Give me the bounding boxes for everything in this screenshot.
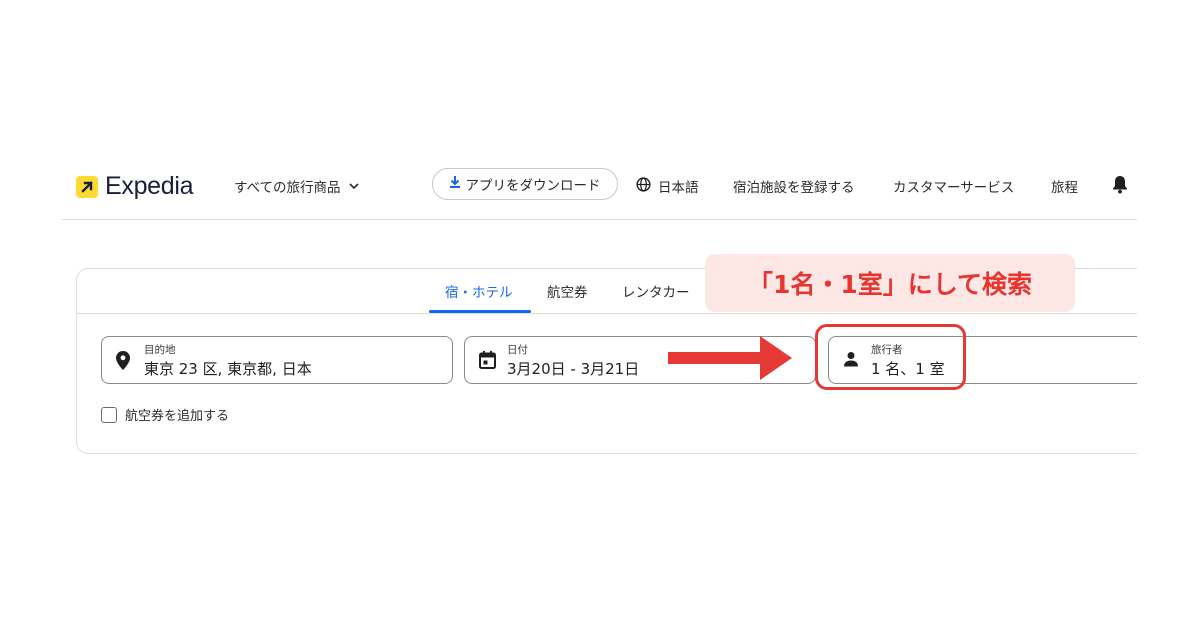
app-download-label: アプリをダウンロード <box>465 178 601 194</box>
all-products-label: すべての旅行商品 <box>234 180 341 196</box>
download-icon <box>449 176 460 192</box>
annotation-callout-text: 「1名・1室」にして検索 <box>747 270 1033 299</box>
active-tab-indicator <box>429 310 531 313</box>
expedia-logo[interactable]: Expedia <box>76 172 194 201</box>
destination-label: 目的地 <box>144 344 176 356</box>
trips-link[interactable]: 旅程 <box>1051 176 1078 196</box>
tabs-divider <box>77 313 1155 314</box>
screenshot-crop-edge <box>1137 230 1200 490</box>
list-property-link[interactable]: 宿泊施設を登録する <box>733 176 855 196</box>
tab-car-rental[interactable]: レンタカー <box>622 281 690 301</box>
logo-text: Expedia <box>105 172 194 200</box>
app-download-button[interactable]: アプリをダウンロード <box>432 168 618 200</box>
chevron-down-icon <box>348 178 359 194</box>
calendar-icon <box>479 351 496 373</box>
add-flight-option[interactable]: 航空券を追加する <box>101 405 229 424</box>
expedia-logo-icon <box>76 175 98 198</box>
date-value: 3月20日 - 3月21日 <box>507 360 640 378</box>
language-label: 日本語 <box>658 180 699 196</box>
customer-service-link[interactable]: カスタマーサービス <box>893 176 1014 196</box>
add-flight-label: 航空券を追加する <box>125 409 230 424</box>
globe-icon <box>636 176 651 196</box>
annotation-callout: 「1名・1室」にして検索 <box>705 254 1075 312</box>
red-arrow-icon <box>668 336 792 380</box>
tab-flight[interactable]: 航空券 <box>547 281 588 301</box>
tab-hotel[interactable]: 宿・ホテル <box>445 281 513 301</box>
add-flight-checkbox[interactable] <box>101 406 117 423</box>
location-pin-icon <box>116 351 130 374</box>
destination-field[interactable]: 目的地 東京 23 区, 東京都, 日本 <box>101 336 453 384</box>
travelers-highlight-box <box>815 324 966 390</box>
date-label: 日付 <box>507 344 528 356</box>
all-products-menu[interactable]: すべての旅行商品 <box>234 176 359 196</box>
destination-value: 東京 23 区, 東京都, 日本 <box>144 360 312 378</box>
bell-icon[interactable] <box>1111 174 1129 198</box>
top-header: Expedia すべての旅行商品 アプリをダウンロード 日本語 宿泊施設を登録す… <box>62 160 1137 220</box>
language-selector[interactable]: 日本語 <box>636 176 699 196</box>
